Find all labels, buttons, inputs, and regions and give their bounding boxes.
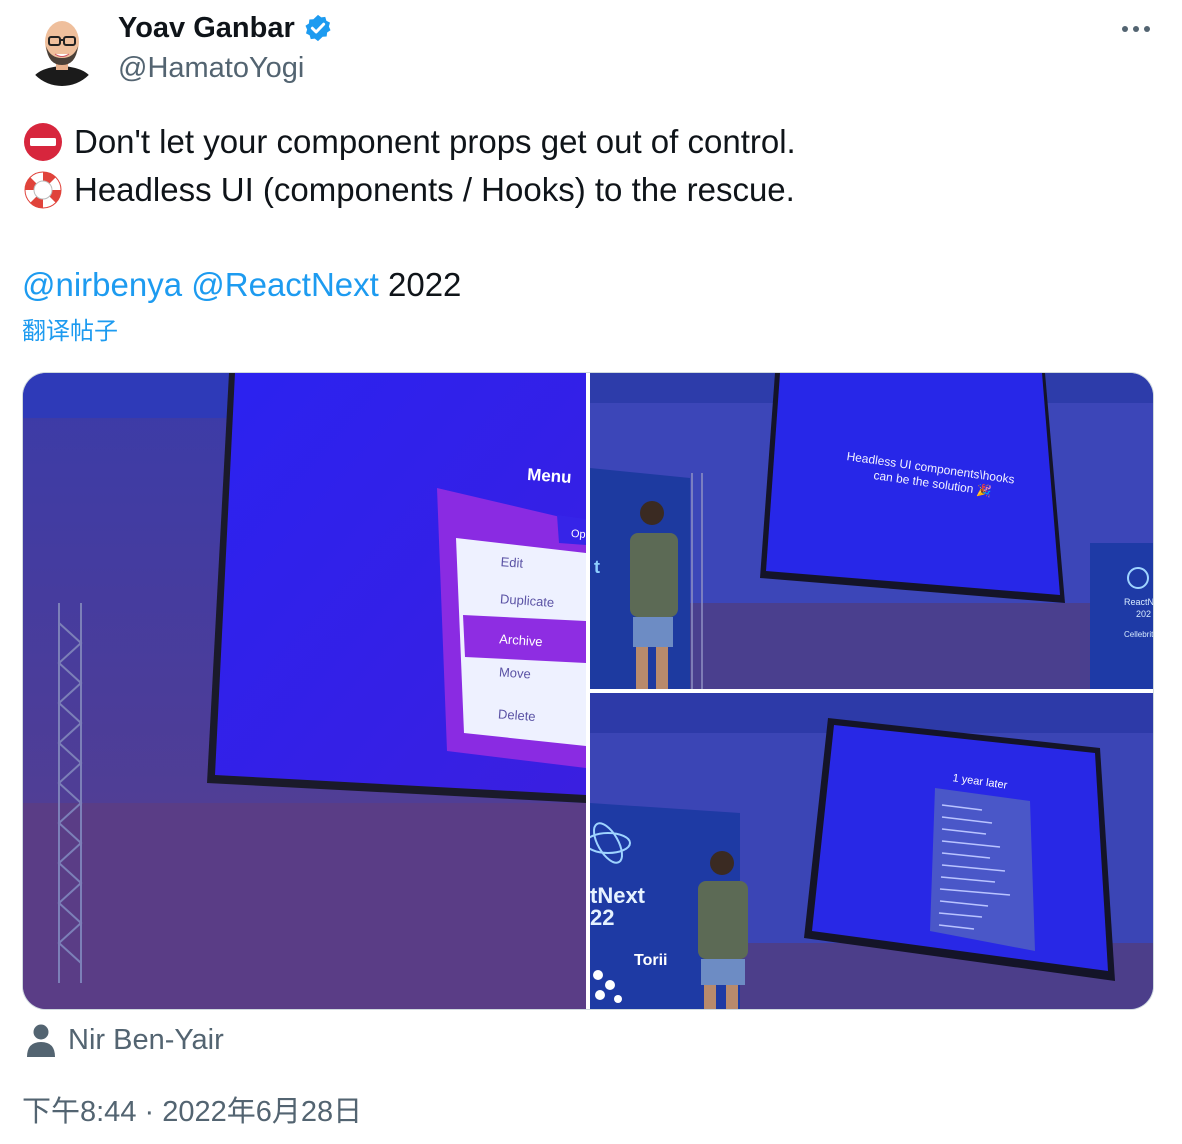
author-display-name[interactable]: Yoav Ganbar [118,10,295,46]
photo-speaker-solution-slide[interactable]: t Headless UI components\hooks can be th… [590,373,1154,689]
photo-2-image: t Headless UI components\hooks can be th… [590,373,1154,689]
person-icon [27,1024,55,1057]
photo-speaker-code-slide[interactable]: tNext 22 Torii 1 year later [590,693,1153,1009]
sponsor-2: Cellebrite [1124,630,1154,639]
verified-badge-icon [305,14,331,42]
photo-menu-slide[interactable]: Edit Duplicate Archive Move Delete Menu … [23,373,586,1009]
author-handle[interactable]: @HamatoYogi [118,50,304,86]
dot [1144,26,1150,32]
year-text: 2022 [388,266,462,303]
dot [1122,26,1128,32]
sponsor-3: Torii [634,952,667,969]
tweet-line-1-text: Don't let your component props get out o… [74,123,796,160]
banner-year-2: 202 [1136,609,1151,619]
tweet-line-1: Don't let your component props get out o… [22,118,796,166]
avatar-illustration [24,10,100,86]
banner-year-3: 22 [590,905,614,930]
photo-3-image: tNext 22 Torii 1 year later [590,693,1153,1009]
tagged-user-name[interactable]: Nir Ben-Yair [68,1020,224,1060]
author-avatar[interactable] [24,10,100,86]
translate-post-link[interactable]: 翻译帖子 [22,316,118,348]
tweet-line-2-text: Headless UI (components / Hooks) to the … [74,171,795,208]
mentions-line: @nirbenya @ReactNext 2022 [22,262,461,308]
more-options-icon[interactable] [1116,18,1156,40]
tweet-text: Don't let your component props get out o… [22,118,796,214]
menu-item-edit: Edit [500,554,524,571]
tagged-user-row[interactable]: Nir Ben-Yair [26,1020,224,1060]
media-grid: Edit Duplicate Archive Move Delete Menu … [22,372,1154,1010]
photo-1-image: Edit Duplicate Archive Move Delete Menu … [23,373,586,1009]
menu-button: Op [571,528,586,541]
mention-nirbenya[interactable]: @nirbenya [22,266,182,303]
author-name-row[interactable]: Yoav Ganbar [118,10,333,46]
post-timestamp[interactable]: 下午8:44 · 2022年6月28日 [22,1092,362,1132]
menu-item-move: Move [499,664,532,681]
no-entry-icon [24,123,62,161]
menu-item-delete: Delete [498,706,537,724]
menu-item-archive: Archive [499,631,543,649]
svg-text:t: t [594,557,600,577]
tweet-line-2: Headless UI (components / Hooks) to the … [22,166,796,214]
menu-title: Menu [527,465,573,487]
dot [1133,26,1139,32]
banner-text-2: ReactN [1124,597,1154,607]
lifebuoy-icon [24,171,62,209]
mention-reactnext[interactable]: @ReactNext [191,266,379,303]
